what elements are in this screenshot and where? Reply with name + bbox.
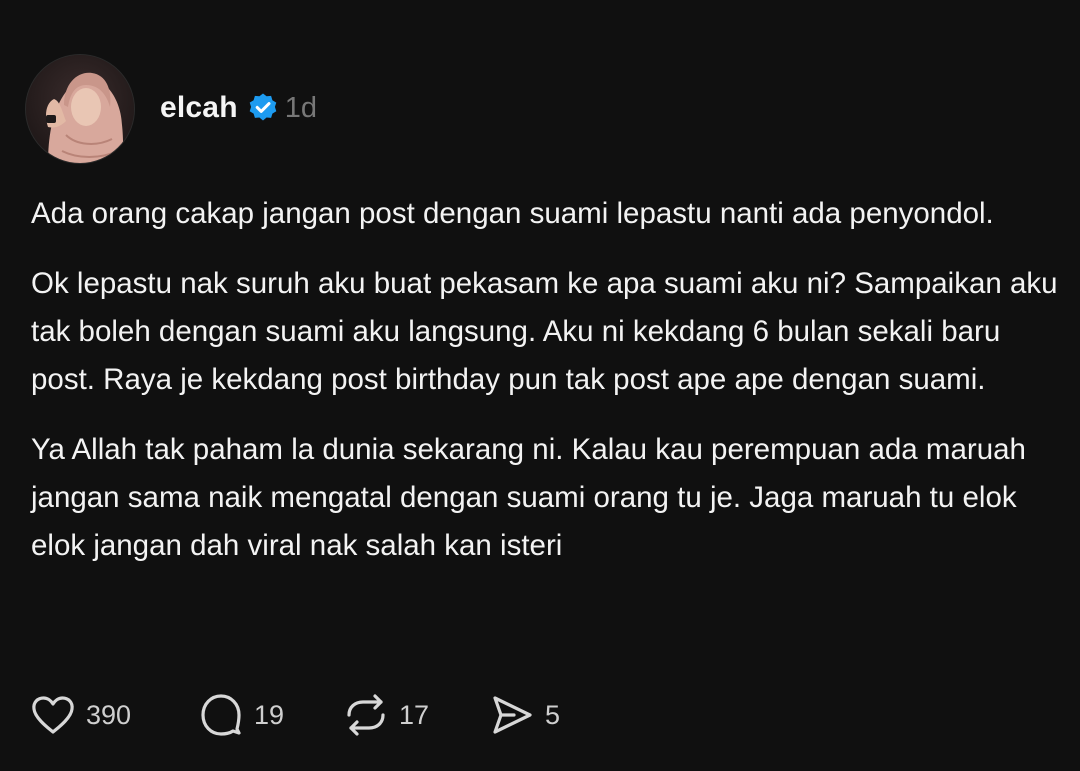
heart-icon: [32, 696, 74, 734]
reply-button[interactable]: 19: [199, 694, 344, 736]
repost-button[interactable]: 17: [344, 694, 490, 736]
like-button[interactable]: 390: [31, 695, 199, 735]
share-button[interactable]: 5: [490, 694, 590, 736]
post-body: Ada orang cakap jangan post dengan suami…: [31, 190, 1061, 592]
profile-photo-icon: [26, 55, 134, 163]
post-timestamp[interactable]: 1d: [285, 92, 317, 125]
avatar[interactable]: [25, 54, 135, 164]
send-icon: [493, 696, 532, 734]
reply-count: 19: [254, 699, 285, 730]
post-actions: 390 19 17 5: [31, 690, 590, 740]
post-paragraph: Ya Allah tak paham la dunia sekarang ni.…: [31, 433, 1026, 562]
name-row: elcah 1d: [160, 91, 317, 125]
post-paragraph: Ok lepastu nak suruh aku buat pekasam ke…: [31, 267, 1058, 396]
username[interactable]: elcah: [160, 91, 238, 125]
thread-post: elcah 1d Ada orang cakap jangan post den…: [0, 0, 1080, 771]
share-count: 5: [545, 699, 561, 730]
repost-icon: [347, 694, 385, 736]
comment-icon: [201, 694, 241, 736]
post-header: elcah 1d: [25, 54, 317, 164]
repost-count: 17: [399, 699, 430, 730]
like-count: 390: [86, 699, 132, 730]
post-paragraph: Ada orang cakap jangan post dengan suami…: [31, 197, 994, 230]
verified-badge-icon: [247, 92, 279, 124]
